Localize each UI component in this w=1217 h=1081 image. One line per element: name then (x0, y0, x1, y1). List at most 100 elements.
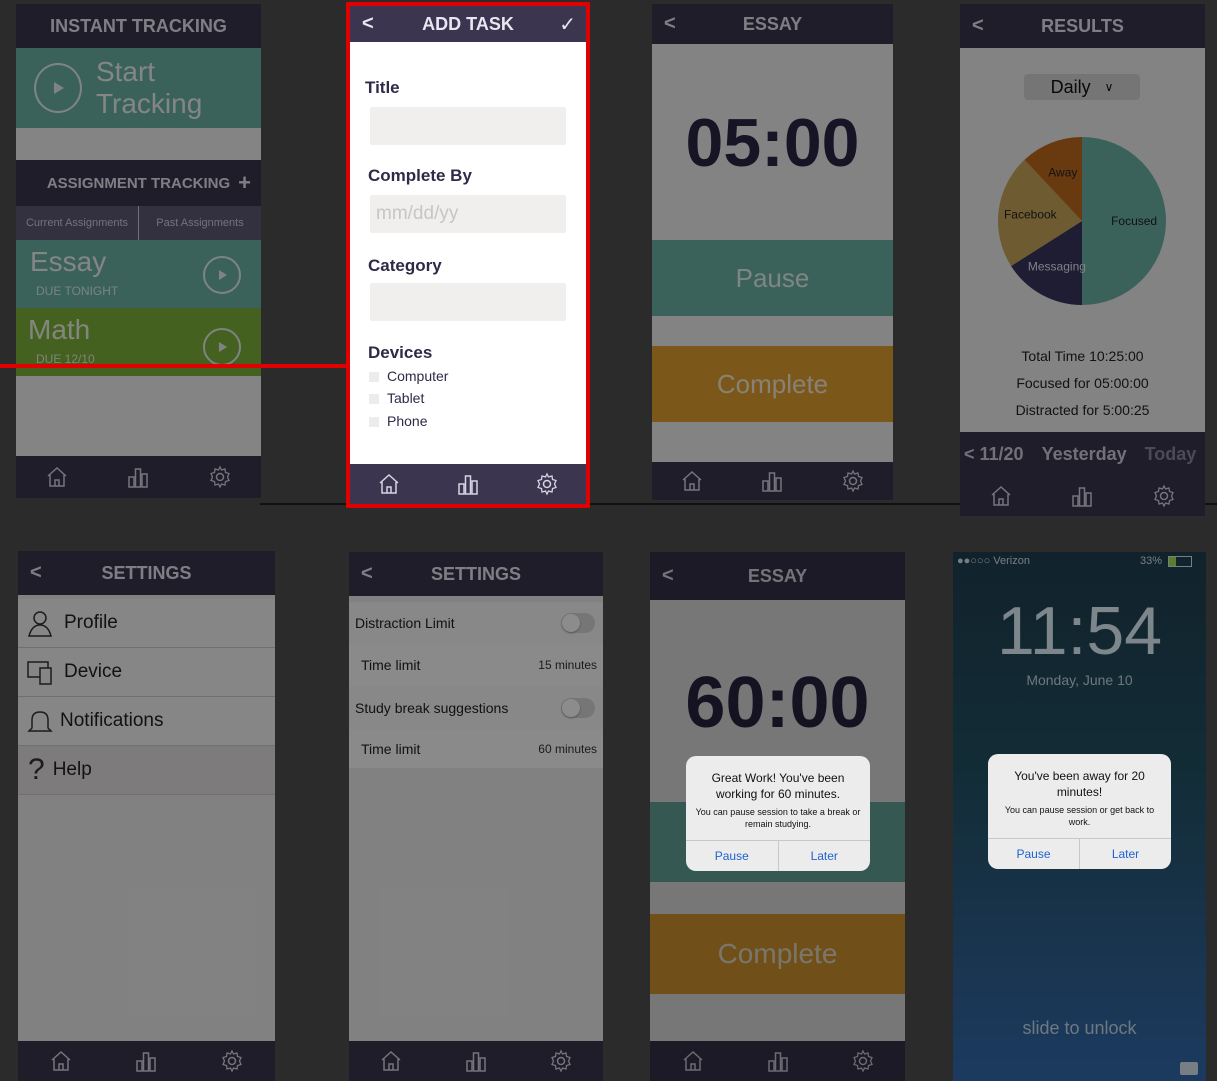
alert-title: Great Work! You've been working for 60 m… (711, 771, 845, 801)
settings-item-label: Help (52, 759, 92, 780)
distracted-time: Distracted for 5:00:25 (1015, 402, 1150, 418)
assignment-header: ASSIGNMENT TRACKING + (16, 160, 261, 206)
home-icon[interactable] (680, 469, 704, 493)
settings-item-profile[interactable]: Profile (18, 599, 275, 648)
gear-icon[interactable] (549, 1049, 573, 1073)
period-dropdown[interactable]: Daily ∨ (1024, 74, 1140, 100)
setting-label: Study break suggestions (355, 700, 509, 716)
back-button[interactable]: < (362, 13, 374, 36)
screen-title: ESSAY (747, 565, 808, 586)
battery-text: 33% (1139, 555, 1162, 567)
start-tracking-label: Start Tracking (95, 56, 203, 119)
distraction-limit-row: Distraction Limit (349, 602, 603, 644)
home-icon[interactable] (377, 472, 401, 496)
gear-icon[interactable] (208, 465, 232, 489)
play-circle-icon[interactable] (203, 328, 241, 366)
title-input[interactable] (370, 107, 566, 145)
back-button[interactable]: < (361, 563, 373, 586)
home-icon[interactable] (379, 1049, 403, 1073)
settings-item-help[interactable]: ? Help (18, 746, 275, 795)
add-assignment-button[interactable]: + (238, 170, 251, 196)
back-button[interactable]: < (662, 565, 674, 588)
setting-label: Time limit (361, 741, 421, 757)
pause-button[interactable]: Pause (652, 240, 893, 316)
home-icon[interactable] (45, 465, 69, 489)
start-tracking-button[interactable]: Start Tracking (16, 48, 261, 128)
tab-bar (16, 456, 261, 498)
pie-slice-label: Away (1048, 166, 1077, 180)
category-input[interactable] (370, 283, 566, 321)
distraction-limit-toggle[interactable] (561, 613, 595, 633)
assignment-item[interactable]: Essay DUE TONIGHT (16, 240, 261, 308)
alert-later-button[interactable]: Later (777, 841, 871, 871)
confirm-check-icon[interactable]: ✓ (559, 12, 576, 37)
checkbox[interactable] (369, 417, 379, 428)
screen-settings-menu: < SETTINGS Profile Device Notifications … (18, 551, 275, 1081)
settings-item-device[interactable]: Device (18, 648, 275, 697)
profile-icon (28, 611, 52, 637)
timer-display: 60:00 (685, 663, 870, 743)
complete-button[interactable]: Complete (652, 346, 893, 422)
tab-bar (652, 462, 893, 500)
time-limit-row[interactable]: Time limit 15 minutes (349, 644, 603, 686)
settings-item-notifications[interactable]: Notifications (18, 697, 275, 746)
nav-bar: < SETTINGS (349, 552, 603, 596)
slide-to-unlock[interactable]: slide to unlock (953, 1018, 1206, 1039)
camera-icon[interactable] (1180, 1062, 1198, 1075)
tab-past-assignments[interactable]: Past Assignments (139, 206, 261, 240)
setting-label: Time limit (361, 657, 421, 673)
yesterday-button[interactable]: Yesterday (1042, 444, 1127, 465)
alert-pause-button[interactable]: Pause (988, 839, 1079, 869)
setting-value: 60 minutes (538, 742, 597, 756)
tab-bar (18, 1041, 275, 1081)
alert-later-button[interactable]: Later (1079, 839, 1171, 869)
gear-icon[interactable] (535, 472, 559, 496)
carrier-text: ●●○○○ Verizon (957, 555, 1030, 567)
alert-pause-button[interactable]: Pause (686, 841, 778, 871)
tab-bar (960, 476, 1205, 516)
gear-icon[interactable] (841, 469, 865, 493)
back-button[interactable]: < (30, 562, 42, 585)
stats-icon[interactable] (134, 1049, 158, 1073)
stats-icon[interactable] (760, 469, 784, 493)
back-button[interactable]: < (664, 13, 676, 36)
device-option[interactable]: Phone (369, 413, 427, 429)
device-option[interactable]: Computer (369, 368, 448, 384)
home-icon[interactable] (989, 484, 1013, 508)
nav-bar: INSTANT TRACKING (16, 4, 261, 48)
today-button[interactable]: Today (1145, 444, 1197, 465)
complete-button[interactable]: Complete (650, 914, 905, 994)
complete-by-label: Complete By (368, 166, 472, 185)
stats-icon[interactable] (126, 465, 150, 489)
category-label: Category (368, 256, 442, 275)
back-button[interactable]: < (972, 15, 984, 38)
gear-icon[interactable] (1152, 484, 1176, 508)
play-circle-icon[interactable] (203, 256, 241, 294)
tab-current-assignments[interactable]: Current Assignments (16, 206, 139, 240)
screen-results: < RESULTS Daily ∨ Focused Messaging Facebo… (960, 4, 1205, 516)
stats-icon[interactable] (1070, 484, 1094, 508)
checkbox[interactable] (369, 372, 379, 383)
screen-lock-notification: ●●○○○ Verizon 33% 11:54 Monday, June 10 … (953, 552, 1206, 1081)
time-limit-row[interactable]: Time limit 60 minutes (349, 730, 603, 768)
complete-by-input[interactable]: mm/dd/yy (370, 195, 566, 233)
study-break-toggle[interactable] (561, 698, 595, 718)
prev-date-button[interactable]: < 11/20 (964, 444, 1024, 465)
focused-time: Focused for 05:00:00 (1016, 375, 1149, 391)
gear-icon[interactable] (851, 1049, 875, 1073)
stats-icon[interactable] (464, 1049, 488, 1073)
pie-slice-label: Focused (1111, 214, 1157, 228)
complete-by-placeholder: mm/dd/yy (376, 203, 459, 224)
stats-icon[interactable] (456, 472, 480, 496)
stats-icon[interactable] (766, 1049, 790, 1073)
lock-time: 11:54 (996, 593, 1163, 669)
period-dropdown-value: Daily (1050, 76, 1091, 97)
checkbox[interactable] (369, 394, 379, 405)
device-option[interactable]: Tablet (369, 390, 424, 406)
home-icon[interactable] (681, 1049, 705, 1073)
home-icon[interactable] (49, 1049, 73, 1073)
pie-slice-label: Facebook (1004, 207, 1058, 221)
pause-label: Pause (735, 262, 810, 293)
bell-icon (27, 711, 53, 732)
gear-icon[interactable] (220, 1049, 244, 1073)
